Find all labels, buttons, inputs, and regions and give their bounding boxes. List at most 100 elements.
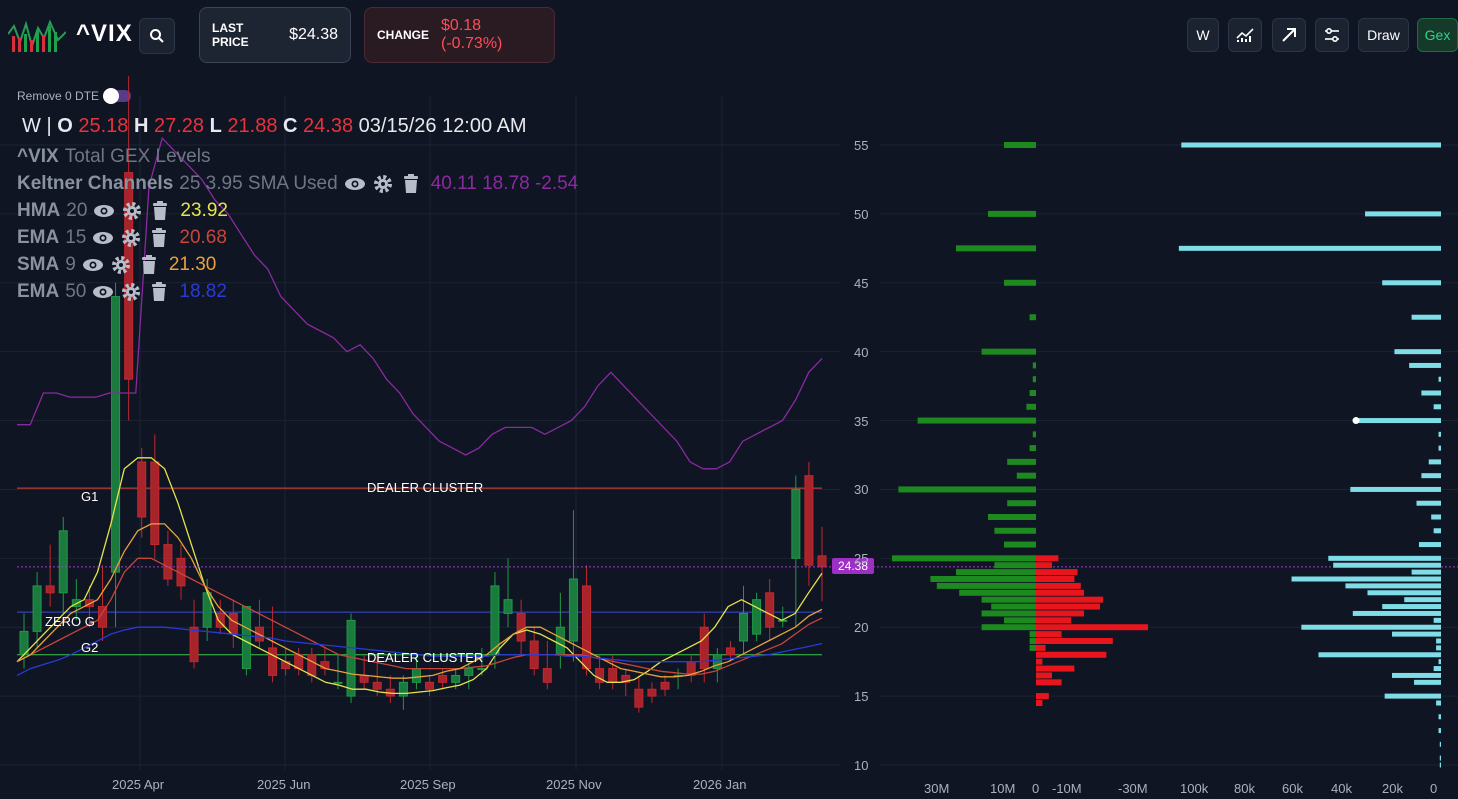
gear-icon[interactable] bbox=[373, 174, 395, 194]
y-tick: 25 bbox=[854, 551, 869, 566]
y-tick: 35 bbox=[854, 414, 869, 429]
gex-bar-negative bbox=[1036, 644, 1046, 651]
candle-body bbox=[647, 688, 657, 697]
timestamp: 03/15/26 12:00 AM bbox=[358, 115, 527, 137]
y-tick: 55 bbox=[854, 138, 869, 153]
oi-bar bbox=[1438, 431, 1441, 437]
gex-bar-positive bbox=[956, 245, 1036, 252]
candle-body bbox=[752, 599, 762, 635]
oi-bar bbox=[1436, 700, 1441, 706]
eye-icon[interactable] bbox=[92, 228, 114, 248]
candle-body bbox=[58, 530, 68, 594]
oi-bar bbox=[1365, 211, 1441, 217]
gex-bar-positive bbox=[917, 417, 1036, 424]
candle-body bbox=[791, 488, 801, 559]
gex-bar-negative bbox=[1036, 631, 1062, 638]
legend-name: HMA bbox=[17, 200, 61, 221]
legend-gex-title: ^VIX Total GEX Levels bbox=[17, 146, 216, 168]
gex-bar-positive bbox=[981, 596, 1036, 603]
gex-bar-negative bbox=[1036, 576, 1075, 582]
legend-ema15: EMA 15 20.68 bbox=[17, 227, 227, 249]
oi-bar bbox=[1411, 314, 1441, 320]
y-tick: 50 bbox=[854, 207, 869, 222]
oi-bar bbox=[1328, 555, 1441, 561]
oi-bar bbox=[1438, 376, 1441, 382]
oi-bar bbox=[1350, 486, 1441, 492]
eye-icon[interactable] bbox=[344, 174, 366, 194]
legend-param: 50 bbox=[65, 281, 87, 302]
gex-bar-positive bbox=[1029, 631, 1036, 638]
gear-icon[interactable] bbox=[121, 282, 143, 302]
legend-hma: HMA 20 23.92 bbox=[17, 200, 228, 222]
oi-bar bbox=[1436, 645, 1441, 651]
gex-bar-positive bbox=[1032, 431, 1036, 438]
oi-bar bbox=[1382, 604, 1441, 610]
gex-bar-positive bbox=[1032, 362, 1036, 369]
gex-bar-negative bbox=[1036, 569, 1078, 576]
gex-bar-positive bbox=[1029, 638, 1036, 644]
gex-bar-positive bbox=[994, 527, 1036, 534]
high-label: H bbox=[133, 115, 149, 137]
gear-icon[interactable] bbox=[122, 201, 144, 221]
gex-bar-positive bbox=[1007, 458, 1036, 465]
eye-icon[interactable] bbox=[92, 282, 114, 302]
candle-body bbox=[268, 647, 278, 676]
candle-body bbox=[804, 475, 814, 566]
candle-body bbox=[568, 578, 578, 642]
oi-bar bbox=[1436, 638, 1441, 644]
candle-body bbox=[163, 544, 173, 580]
g2-label: G2 bbox=[81, 640, 99, 655]
gex-bar-positive bbox=[959, 589, 1036, 596]
candle-body bbox=[739, 612, 749, 642]
oi-bar bbox=[1433, 666, 1441, 672]
trash-icon[interactable] bbox=[402, 174, 424, 194]
oi-tick: 0 bbox=[1430, 781, 1438, 796]
gex-bar-positive bbox=[994, 562, 1036, 569]
trash-icon[interactable] bbox=[140, 255, 162, 275]
y-tick: 20 bbox=[854, 620, 869, 635]
oi-bar bbox=[1439, 741, 1441, 747]
oi-bar bbox=[1367, 590, 1441, 596]
gex-bar-negative bbox=[1036, 679, 1062, 686]
gex-bar-positive bbox=[981, 348, 1036, 355]
gex-bar-negative bbox=[1036, 672, 1052, 679]
gex-bar-positive bbox=[1029, 644, 1036, 651]
legend-param: 9 bbox=[65, 254, 76, 275]
gear-icon[interactable] bbox=[111, 255, 133, 275]
oi-cursor-dot bbox=[1352, 417, 1360, 425]
oi-bar bbox=[1392, 672, 1441, 678]
gex-bar-positive bbox=[1029, 390, 1036, 396]
ohlc-sep: | bbox=[46, 115, 52, 137]
oi-bar bbox=[1439, 755, 1441, 761]
y-tick: 30 bbox=[854, 482, 869, 497]
gear-icon[interactable] bbox=[121, 228, 143, 248]
dealer-cluster-upper-label: DEALER CLUSTER bbox=[367, 480, 484, 495]
candle-body bbox=[307, 654, 317, 676]
eye-icon[interactable] bbox=[82, 255, 104, 275]
gex-bar-negative bbox=[1036, 624, 1148, 631]
candle-body bbox=[464, 668, 474, 676]
gex-tick: -30M bbox=[1118, 781, 1148, 796]
candle-body bbox=[542, 668, 552, 683]
gex-bar-negative bbox=[1036, 693, 1049, 700]
gex-bar-positive bbox=[892, 555, 1036, 562]
oi-bar bbox=[1414, 679, 1441, 685]
open-value: 25.18 bbox=[78, 115, 129, 137]
trash-icon[interactable] bbox=[150, 282, 172, 302]
legend-value: 23.92 bbox=[180, 200, 228, 221]
gex-bar-negative bbox=[1036, 638, 1113, 644]
x-tick: 2025 Apr bbox=[112, 777, 165, 792]
x-tick: 2026 Jan bbox=[693, 777, 747, 792]
oi-bar bbox=[1409, 362, 1441, 368]
gex-bar-positive bbox=[1026, 403, 1036, 410]
trash-icon[interactable] bbox=[151, 201, 173, 221]
candle-body bbox=[137, 461, 147, 518]
oi-bar bbox=[1382, 280, 1441, 286]
eye-icon[interactable] bbox=[93, 201, 115, 221]
candle-body bbox=[817, 555, 827, 568]
candle-body bbox=[438, 674, 448, 683]
candle-body bbox=[150, 461, 160, 546]
oi-bar bbox=[1439, 762, 1441, 768]
open-label: O bbox=[57, 115, 73, 137]
trash-icon[interactable] bbox=[150, 228, 172, 248]
